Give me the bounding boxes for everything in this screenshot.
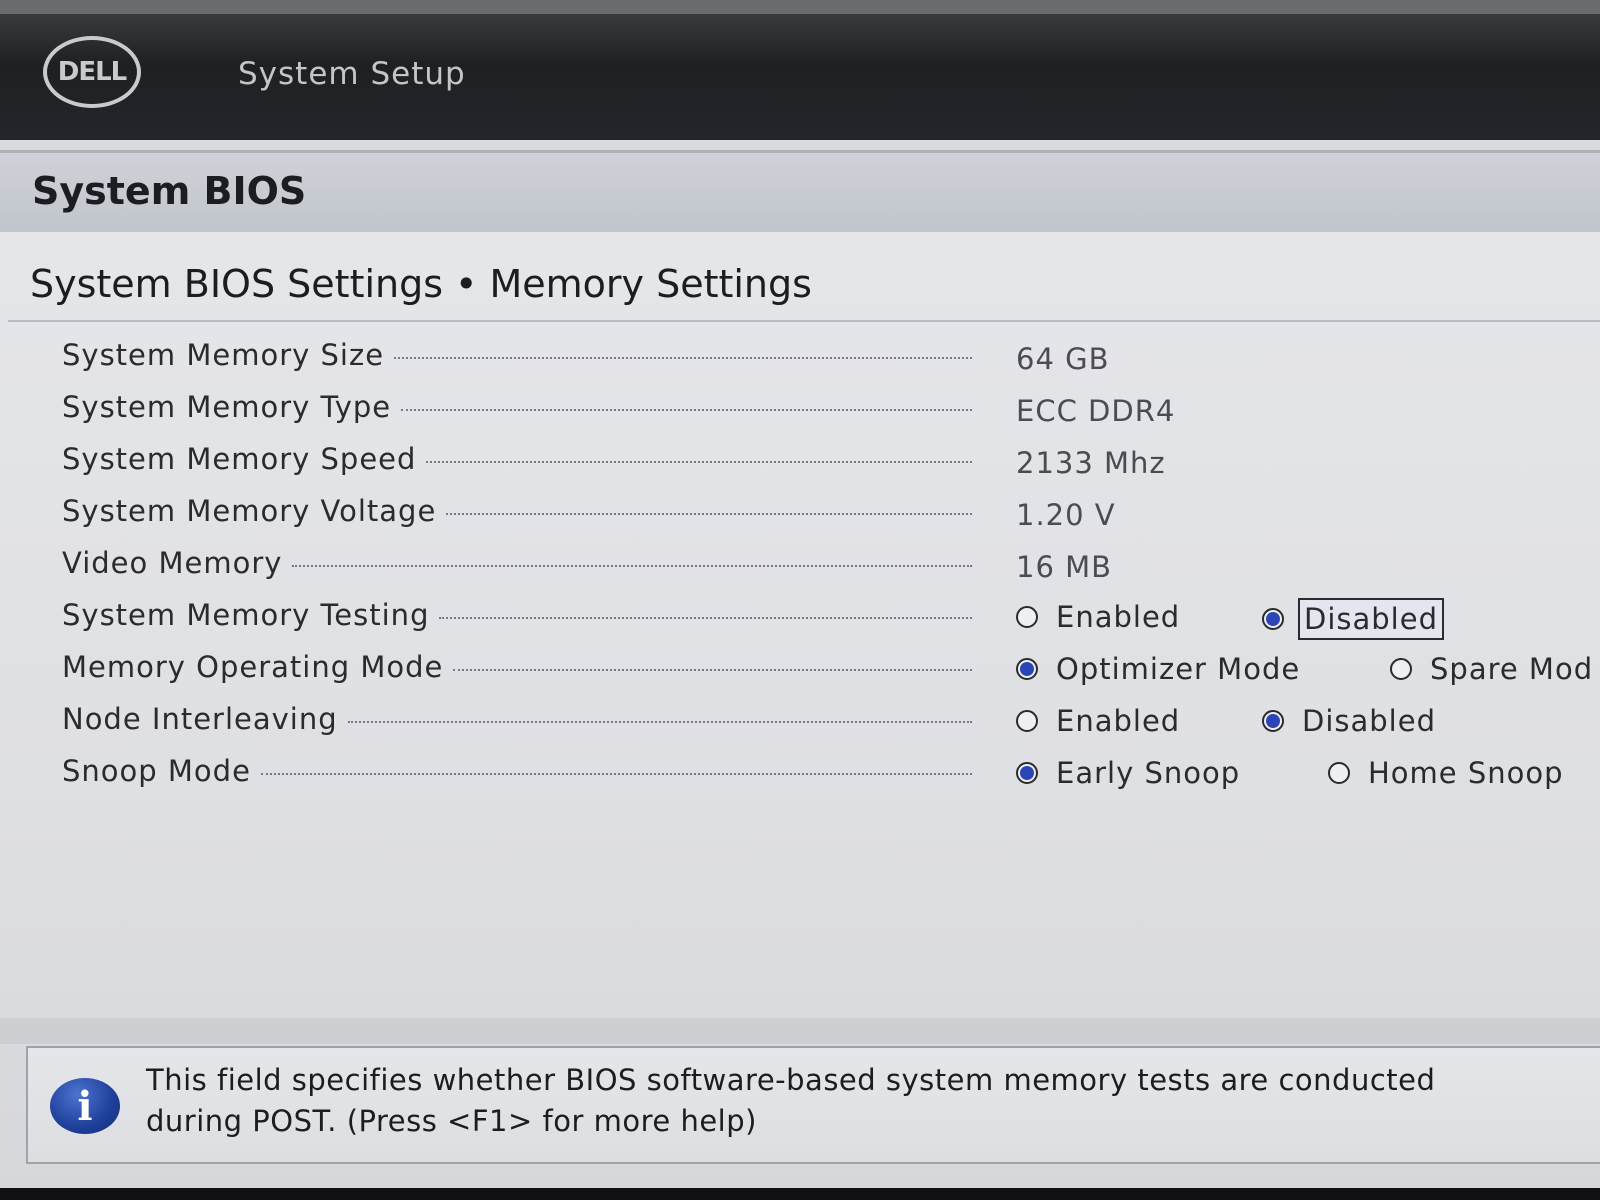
panel-title: System BIOS	[32, 169, 307, 213]
setting-row-memory-size[interactable]: System Memory Size 64 GB	[0, 330, 1600, 382]
dotted-leader	[439, 616, 972, 619]
dotted-leader	[260, 772, 972, 775]
info-icon: i	[50, 1078, 120, 1134]
memory-settings-list: System Memory Size 64 GB System Memory T…	[0, 330, 1600, 798]
setting-row-memory-voltage[interactable]: System Memory Voltage 1.20 V	[0, 486, 1600, 538]
radio-circle-icon	[1390, 658, 1412, 680]
radio-operating-mode-spare[interactable]: Spare Mod	[1390, 650, 1597, 688]
setting-label-wrap: System Memory Size	[62, 338, 972, 372]
setting-label: Memory Operating Mode	[62, 650, 444, 684]
setting-row-operating-mode: Memory Operating Mode Optimizer Mode Spa…	[0, 642, 1600, 694]
dotted-leader	[292, 564, 972, 567]
setting-value: 1.20 V	[1016, 498, 1116, 532]
help-box: i This field specifies whether BIOS soft…	[26, 1046, 1600, 1164]
setting-label: Snoop Mode	[62, 754, 251, 788]
radio-memory-testing-disabled[interactable]: Disabled	[1262, 598, 1444, 640]
radio-label: Spare Mod	[1430, 652, 1594, 686]
breadcrumb-parent[interactable]: System BIOS Settings	[30, 262, 443, 306]
setting-row-memory-type[interactable]: System Memory Type ECC DDR4	[0, 382, 1600, 434]
radio-snoop-mode-home[interactable]: Home Snoop	[1328, 754, 1568, 792]
radio-label: Home Snoop	[1368, 756, 1564, 790]
radio-circle-icon	[1016, 606, 1038, 628]
setting-label: System Memory Speed	[62, 442, 417, 476]
setting-label: Node Interleaving	[62, 702, 338, 736]
setting-row-memory-testing: System Memory Testing Enabled Disabled	[0, 590, 1600, 642]
radio-label-focused: Disabled	[1298, 598, 1444, 640]
dotted-leader	[401, 408, 972, 411]
radio-label: Disabled	[1302, 704, 1436, 738]
dotted-leader	[347, 720, 972, 723]
radio-label: Enabled	[1056, 704, 1181, 738]
radio-snoop-mode-early[interactable]: Early Snoop	[1016, 754, 1244, 792]
radio-node-interleaving-disabled[interactable]: Disabled	[1262, 702, 1440, 740]
setting-label-wrap: System Memory Voltage	[62, 494, 972, 528]
radio-selected-icon	[1016, 658, 1038, 680]
help-line-2: during POST. (Press <F1> for more help)	[146, 1104, 757, 1138]
logo-text: DELL	[57, 57, 127, 87]
setting-label-wrap: System Memory Type	[62, 390, 972, 424]
radio-selected-icon	[1262, 608, 1284, 630]
setting-value: 2133 Mhz	[1016, 446, 1166, 480]
bottom-bezel	[0, 1188, 1600, 1200]
setting-label-wrap: Node Interleaving	[62, 702, 972, 736]
radio-selected-icon	[1016, 762, 1038, 784]
radio-label: Optimizer Mode	[1056, 652, 1301, 686]
setting-label-wrap: Video Memory	[62, 546, 972, 580]
breadcrumb-separator: •	[455, 262, 478, 306]
dotted-leader	[453, 668, 972, 671]
setting-row-node-interleaving: Node Interleaving Enabled Disabled	[0, 694, 1600, 746]
breadcrumb-current: Memory Settings	[489, 262, 812, 306]
top-header: DELL System Setup	[0, 0, 1600, 140]
setting-label-wrap: System Memory Testing	[62, 598, 972, 632]
setting-label-wrap: Snoop Mode	[62, 754, 972, 788]
setting-label-wrap: System Memory Speed	[62, 442, 972, 476]
setting-label-wrap: Memory Operating Mode	[62, 650, 972, 684]
setting-value: 64 GB	[1016, 342, 1110, 376]
radio-selected-icon	[1262, 710, 1284, 732]
panel-title-bar: System BIOS	[0, 150, 1600, 232]
radio-label: Early Snoop	[1056, 756, 1241, 790]
radio-label: Enabled	[1056, 600, 1181, 634]
radio-operating-mode-optimizer[interactable]: Optimizer Mode	[1016, 650, 1304, 688]
setting-label: System Memory Type	[62, 390, 392, 424]
setting-label: System Memory Testing	[62, 598, 430, 632]
setting-row-memory-speed[interactable]: System Memory Speed 2133 Mhz	[0, 434, 1600, 486]
setting-row-snoop-mode: Snoop Mode Early Snoop Home Snoop	[0, 746, 1600, 798]
setting-row-video-memory[interactable]: Video Memory 16 MB	[0, 538, 1600, 590]
app-title: System Setup	[238, 56, 466, 92]
breadcrumb: System BIOS Settings • Memory Settings	[30, 262, 812, 306]
dotted-leader	[446, 512, 972, 515]
help-text: This field specifies whether BIOS softwa…	[146, 1060, 1586, 1142]
setting-value: 16 MB	[1016, 550, 1113, 584]
setting-value: ECC DDR4	[1016, 394, 1176, 428]
dotted-leader	[426, 460, 972, 463]
radio-circle-icon	[1328, 762, 1350, 784]
setting-label: System Memory Voltage	[62, 494, 437, 528]
setting-label: Video Memory	[62, 546, 283, 580]
radio-node-interleaving-enabled[interactable]: Enabled	[1016, 702, 1184, 740]
setting-label: System Memory Size	[62, 338, 385, 372]
help-line-1: This field specifies whether BIOS softwa…	[146, 1063, 1436, 1097]
radio-memory-testing-enabled[interactable]: Enabled	[1016, 598, 1184, 636]
dotted-leader	[394, 356, 972, 359]
section-divider	[8, 320, 1600, 322]
help-strip	[0, 1018, 1600, 1044]
radio-circle-icon	[1016, 710, 1038, 732]
bios-screen: DELL System Setup System BIOS System BIO…	[0, 0, 1600, 1200]
dell-logo: DELL	[43, 36, 141, 108]
